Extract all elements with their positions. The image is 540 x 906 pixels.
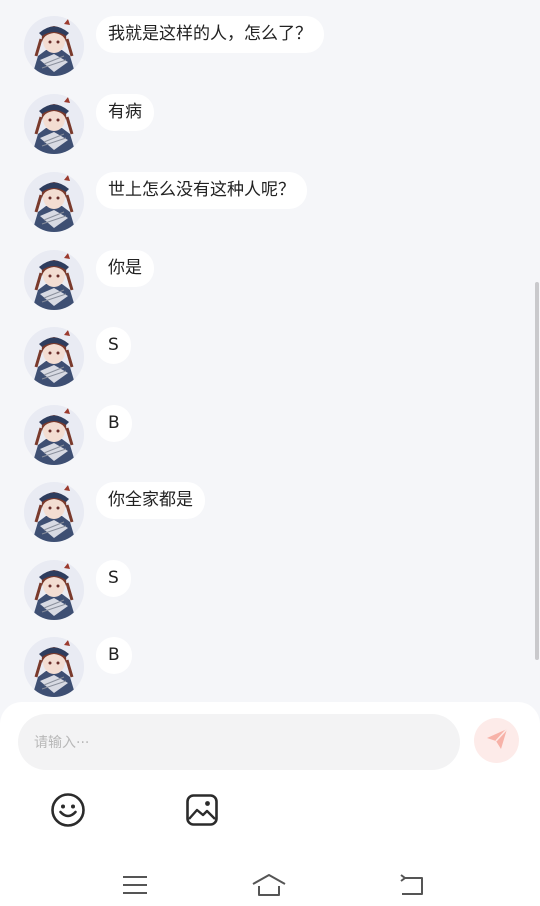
message-row: 有病: [24, 94, 154, 154]
message-bubble[interactable]: S: [96, 327, 131, 364]
composer-panel: [0, 702, 540, 906]
avatar[interactable]: [24, 405, 84, 465]
chat-screen: 我就是这样的人，怎么了？ 有病 世上怎么没有这种人呢？ 你是 S B 你全家都是…: [0, 0, 540, 906]
message-row: S: [24, 560, 131, 620]
emoji-button[interactable]: [48, 792, 88, 832]
message-bubble[interactable]: B: [96, 637, 132, 674]
smiley-icon: [50, 792, 86, 832]
message-input[interactable]: [32, 714, 436, 772]
message-bubble[interactable]: 世上怎么没有这种人呢？: [96, 172, 307, 209]
message-list[interactable]: 我就是这样的人，怎么了？ 有病 世上怎么没有这种人呢？ 你是 S B 你全家都是…: [0, 0, 540, 702]
message-row: B: [24, 405, 132, 465]
message-row: S: [24, 327, 131, 387]
home-icon: [251, 872, 287, 902]
avatar[interactable]: [24, 560, 84, 620]
menu-button[interactable]: [118, 870, 152, 904]
message-row: 你全家都是: [24, 482, 205, 542]
back-icon: [396, 872, 426, 902]
message-row: 你是: [24, 250, 154, 310]
send-button[interactable]: [474, 718, 519, 763]
back-button[interactable]: [394, 870, 428, 904]
avatar[interactable]: [24, 94, 84, 154]
menu-icon: [121, 873, 149, 901]
image-picker-button[interactable]: [182, 792, 222, 832]
message-bubble[interactable]: 我就是这样的人，怎么了？: [96, 16, 324, 53]
message-input-box[interactable]: [18, 714, 460, 772]
message-bubble[interactable]: 有病: [96, 94, 154, 131]
message-bubble[interactable]: 你是: [96, 250, 154, 287]
avatar[interactable]: [24, 16, 84, 76]
avatar[interactable]: [24, 482, 84, 542]
avatar[interactable]: [24, 172, 84, 232]
message-row: 我就是这样的人，怎么了？: [24, 16, 324, 76]
avatar[interactable]: [24, 327, 84, 387]
home-button[interactable]: [252, 870, 286, 904]
avatar[interactable]: [24, 250, 84, 310]
message-row: 世上怎么没有这种人呢？: [24, 172, 307, 232]
message-bubble[interactable]: S: [96, 560, 131, 597]
image-icon: [185, 793, 219, 831]
avatar[interactable]: [24, 637, 84, 697]
system-navigation-bar: [0, 860, 540, 906]
message-row: B: [24, 637, 132, 697]
message-bubble[interactable]: B: [96, 405, 132, 442]
scrollbar[interactable]: [535, 282, 539, 660]
message-bubble[interactable]: 你全家都是: [96, 482, 205, 519]
paper-plane-icon: [484, 726, 510, 756]
